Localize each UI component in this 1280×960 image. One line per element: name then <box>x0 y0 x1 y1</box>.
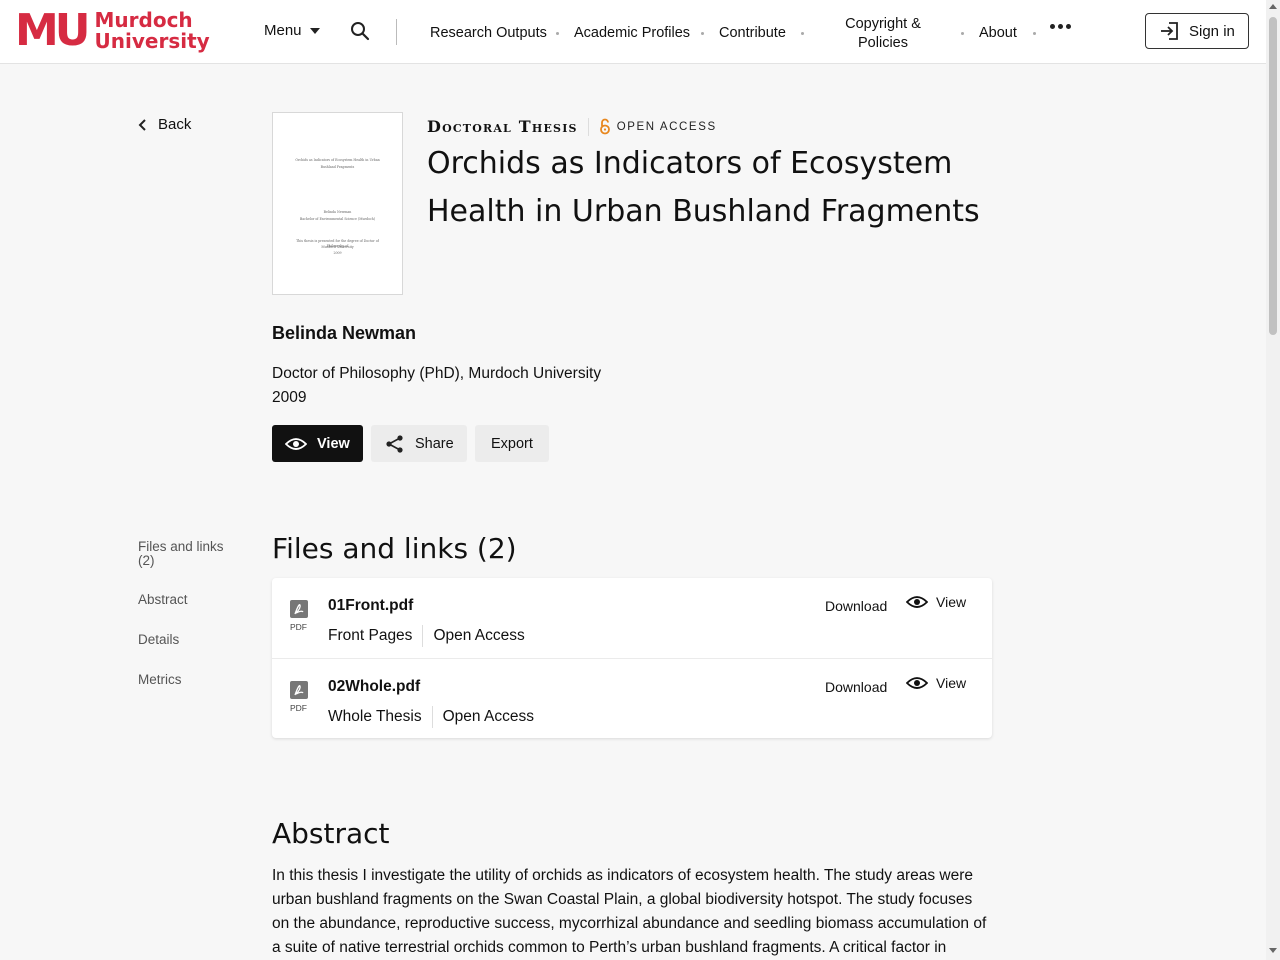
nav-separator <box>701 32 704 35</box>
publication-year: 2009 <box>272 389 307 406</box>
download-link[interactable]: Download <box>825 679 887 695</box>
meta-separator <box>431 706 433 728</box>
sidebar-item-details[interactable]: Details <box>138 633 238 647</box>
file-description: Front Pages <box>328 627 413 644</box>
degree-info: Doctor of Philosophy (PhD), Murdoch Univ… <box>272 365 602 382</box>
back-link[interactable]: Back <box>138 116 191 133</box>
search-icon[interactable] <box>350 21 370 41</box>
file-access: Open Access <box>442 708 534 725</box>
thumbnail-author: Belinda Newman <box>323 210 352 214</box>
share-icon <box>386 434 403 453</box>
sidebar-item-metrics[interactable]: Metrics <box>138 673 238 687</box>
record-type-label: Doctoral Thesis <box>427 117 578 136</box>
files-list: PDF 01Front.pdf Front Pages Open Access … <box>272 578 992 738</box>
sidebar-item-abstract[interactable]: Abstract <box>138 593 238 607</box>
export-button-label: Export <box>491 435 533 452</box>
pdf-file-icon: PDF <box>290 600 310 632</box>
author-name[interactable]: Belinda Newman <box>272 323 416 344</box>
nav-separator <box>801 32 804 35</box>
eye-icon <box>285 437 307 450</box>
file-meta: Whole Thesis Open Access <box>328 706 534 730</box>
pdf-glyph-icon <box>294 685 304 696</box>
scroll-down-arrow-icon[interactable] <box>1269 948 1277 953</box>
file-view-link[interactable]: View <box>906 675 966 691</box>
open-access-badge: OPEN ACCESS <box>599 118 717 135</box>
menu-label: Menu <box>264 22 302 39</box>
files-and-links-heading: Files and links (2) <box>272 532 517 565</box>
page-scrollbar[interactable] <box>1266 0 1280 960</box>
thumbnail-prior-degree: Bachelor of Environmental Science (Murdo… <box>299 217 376 221</box>
scrollbar-thumb[interactable] <box>1269 17 1277 335</box>
meta-separator <box>422 625 424 647</box>
type-separator <box>587 117 589 136</box>
view-button-label: View <box>317 435 350 452</box>
nav-separator <box>961 32 964 35</box>
scroll-up-arrow-icon[interactable] <box>1269 4 1277 9</box>
eye-icon <box>906 596 928 608</box>
abstract-heading: Abstract <box>272 817 390 850</box>
pdf-file-icon: PDF <box>290 681 310 713</box>
nav-divider <box>396 19 397 45</box>
back-label: Back <box>158 116 192 133</box>
thumbnail-statement-line-2: Murdoch University <box>321 245 354 249</box>
file-view-label: View <box>936 594 967 610</box>
nav-contribute[interactable]: Contribute <box>719 25 786 41</box>
nav-separator <box>1033 32 1036 35</box>
page-title-line-2: Health in Urban Bushland Fragments <box>427 194 980 229</box>
sidebar-item-count: (2) <box>138 553 155 568</box>
share-button-label: Share <box>415 435 454 452</box>
more-options-icon[interactable] <box>1050 24 1071 29</box>
view-button[interactable]: View <box>272 425 363 462</box>
sign-in-button[interactable]: Sign in <box>1145 13 1249 49</box>
file-name[interactable]: 01Front.pdf <box>328 597 413 615</box>
nav-separator <box>556 32 559 35</box>
file-row: PDF 02Whole.pdf Whole Thesis Open Access… <box>272 658 992 738</box>
file-row: PDF 01Front.pdf Front Pages Open Access … <box>272 578 992 658</box>
chevron-down-icon <box>309 27 320 34</box>
file-description: Whole Thesis <box>328 708 422 725</box>
logo-line-2: University <box>94 29 210 53</box>
file-view-link[interactable]: View <box>906 594 966 610</box>
nav-about[interactable]: About <box>979 25 1017 41</box>
file-name[interactable]: 02Whole.pdf <box>328 678 420 696</box>
record-type-row: Doctoral Thesis OPEN ACCESS <box>427 117 717 136</box>
file-view-label: View <box>936 675 967 691</box>
chevron-left-icon <box>138 118 146 131</box>
site-header: MU Murdoch University Menu Research Outp… <box>0 0 1266 64</box>
nav-research-outputs[interactable]: Research Outputs <box>430 25 547 41</box>
sign-in-icon <box>1161 22 1178 40</box>
thumbnail-title-line-1: Orchids as Indicators of Ecosystem Healt… <box>295 158 380 162</box>
nav-copyright-line-2: Policies <box>858 35 908 51</box>
sign-in-label: Sign in <box>1189 22 1235 40</box>
open-lock-icon <box>599 118 610 135</box>
pdf-caption: PDF <box>290 622 307 632</box>
export-button[interactable]: Export <box>475 425 549 462</box>
pdf-caption: PDF <box>290 703 307 713</box>
thumbnail-title-line-2: Bushland Fragments <box>320 165 355 169</box>
thesis-cover-thumbnail[interactable]: Orchids as Indicators of Ecosystem Healt… <box>272 112 403 295</box>
abstract-text: In this thesis I investigate the utility… <box>272 867 987 956</box>
menu-button[interactable]: Menu <box>264 22 320 39</box>
open-access-label: OPEN ACCESS <box>616 120 717 133</box>
page-title-line-1: Orchids as Indicators of Ecosystem <box>427 146 953 181</box>
file-meta: Front Pages Open Access <box>328 625 525 649</box>
sidebar-item-label: Files and links <box>138 539 224 554</box>
nav-copyright-line-1: Copyright & <box>845 16 921 32</box>
download-link[interactable]: Download <box>825 598 887 614</box>
logo-mark: MU <box>15 5 90 56</box>
nav-copyright-policies[interactable]: Copyright & Policies <box>830 15 936 53</box>
thumbnail-year: 2009 <box>333 251 342 255</box>
share-button[interactable]: Share <box>371 425 467 462</box>
logo-wordmark: Murdoch University <box>95 10 210 52</box>
page-title: Orchids as Indicators of Ecosystem Healt… <box>427 140 1007 236</box>
pdf-glyph-icon <box>294 604 304 615</box>
university-logo[interactable]: MU Murdoch University <box>15 9 210 53</box>
file-access: Open Access <box>433 627 525 644</box>
sidebar-item-files-and-links[interactable]: Files and links (2) <box>138 540 238 568</box>
eye-icon <box>906 677 928 689</box>
nav-academic-profiles[interactable]: Academic Profiles <box>574 25 690 41</box>
